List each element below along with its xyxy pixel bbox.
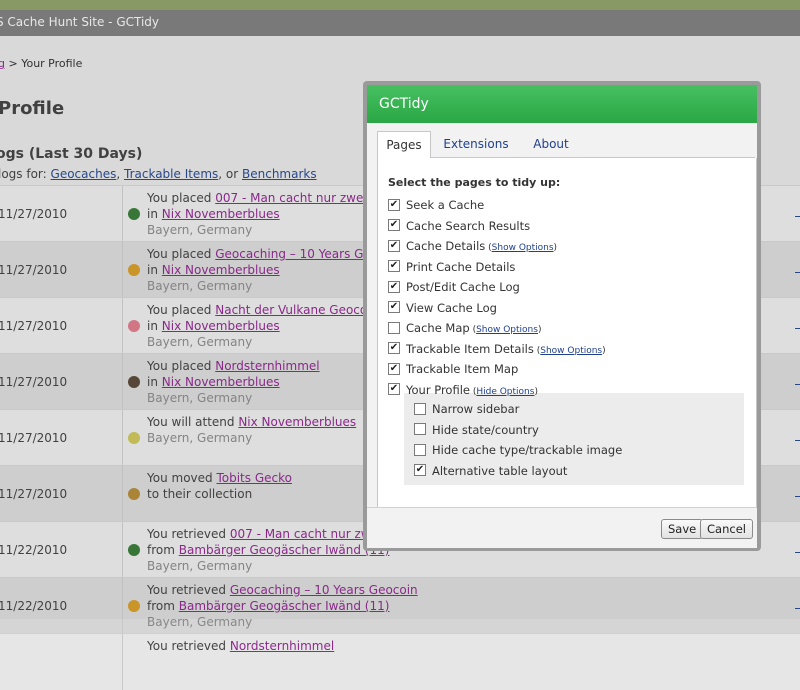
tab-pages[interactable]: Pages bbox=[377, 131, 431, 159]
page-option: Cache Map (Show Options) bbox=[388, 321, 541, 339]
profile-option-label: Hide state/country bbox=[432, 422, 539, 437]
log-line-1: You retrieved Nordsternhimmel bbox=[147, 638, 334, 654]
page-option-checkbox[interactable]: ✔ bbox=[388, 198, 400, 211]
profile-option-checkbox[interactable] bbox=[414, 402, 426, 415]
pages-panel: Select the pages to tidy up: Narrow side… bbox=[377, 158, 757, 508]
profile-option: Hide cache type/trackable image bbox=[414, 443, 622, 457]
page-option-label: View Cache Log bbox=[406, 300, 497, 315]
profile-option: ✔ Alternative table layout bbox=[414, 464, 567, 478]
page-option-checkbox[interactable]: ✔ bbox=[388, 383, 400, 395]
options-toggle-link[interactable]: Hide Options bbox=[476, 387, 534, 397]
column-divider bbox=[122, 634, 123, 690]
table-row: You retrieved Nordsternhimmel bbox=[0, 633, 800, 690]
page-option-label: Print Cache Details bbox=[406, 259, 516, 274]
page-option: ✔ Cache Details (Show Options) bbox=[388, 239, 557, 257]
page-option-checkbox[interactable]: ✔ bbox=[388, 260, 400, 272]
page-option-label: Trackable Item Map bbox=[406, 362, 519, 376]
page-option: ✔ Cache Search Results bbox=[388, 219, 530, 237]
options-toggle-link[interactable]: Show Options bbox=[476, 325, 538, 335]
page-option-checkbox[interactable]: ✔ bbox=[388, 280, 400, 293]
page-option: ✔ Post/Edit Cache Log bbox=[388, 280, 520, 298]
section-label: Select the pages to tidy up: bbox=[388, 176, 561, 189]
options-toggle-link[interactable]: Show Options bbox=[540, 346, 602, 356]
page-option-label: Cache Search Results bbox=[406, 218, 531, 233]
page-option-label: Post/Edit Cache Log bbox=[406, 280, 520, 294]
page-option: ✔ Seek a Cache bbox=[388, 198, 484, 216]
page-option-checkbox[interactable]: ✔ bbox=[388, 219, 400, 231]
page-option-checkbox[interactable]: ✔ bbox=[388, 362, 400, 375]
log-verb: You retrieved bbox=[147, 639, 227, 653]
page-option: ✔ Print Cache Details bbox=[388, 260, 515, 278]
options-toggle-link[interactable]: Show Options bbox=[492, 243, 554, 253]
profile-option: Narrow sidebar bbox=[414, 402, 519, 416]
page-option-label: Seek a Cache bbox=[406, 198, 485, 212]
profile-option-label: Hide cache type/trackable image bbox=[432, 443, 623, 457]
page-option: ✔ Trackable Item Details (Show Options) bbox=[388, 342, 606, 360]
log-text: You retrieved Nordsternhimmel bbox=[147, 638, 334, 654]
profile-option-checkbox[interactable] bbox=[414, 423, 426, 435]
dialog-inner: GCTidy Pages Extensions About Select the… bbox=[367, 85, 757, 548]
log-item-link[interactable]: Nordsternhimmel bbox=[230, 639, 334, 653]
page-option-checkbox[interactable]: ✔ bbox=[388, 239, 400, 252]
page-option-checkbox[interactable]: ✔ bbox=[388, 301, 400, 313]
paren-close: ) bbox=[537, 325, 542, 335]
tab-extensions[interactable]: Extensions bbox=[437, 131, 515, 157]
page-option-label: Cache Details bbox=[406, 239, 486, 253]
profile-option: Hide state/country bbox=[414, 423, 539, 437]
page-option: ✔ View Cache Log bbox=[388, 301, 497, 319]
page-option-label: Trackable Item Details bbox=[406, 341, 534, 356]
page-option-label: Your Profile bbox=[406, 382, 470, 397]
cancel-button[interactable]: Cancel bbox=[700, 519, 753, 539]
profile-option-checkbox[interactable] bbox=[414, 443, 426, 456]
profile-suboptions: Narrow sidebar Hide state/country Hide cac… bbox=[404, 393, 744, 485]
profile-option-label: Narrow sidebar bbox=[432, 402, 520, 416]
tab-about[interactable]: About bbox=[523, 131, 579, 157]
dialog-header: GCTidy bbox=[367, 85, 757, 123]
page-option-checkbox[interactable]: ✔ bbox=[388, 342, 400, 354]
dialog-footer: Save Cancel bbox=[367, 507, 757, 548]
page-option: ✔ Trackable Item Map bbox=[388, 362, 518, 380]
paren-close: ) bbox=[602, 345, 606, 356]
page-option-label: Cache Map bbox=[406, 321, 470, 335]
save-button[interactable]: Save bbox=[661, 519, 704, 539]
tab-bar: Pages Extensions About bbox=[377, 127, 755, 159]
dialog-title: GCTidy bbox=[379, 96, 429, 112]
profile-option-checkbox[interactable]: ✔ bbox=[414, 464, 426, 476]
dialog-body: Pages Extensions About Select the pages … bbox=[367, 123, 757, 508]
paren-close: ) bbox=[553, 243, 558, 253]
gctidy-dialog: GCTidy Pages Extensions About Select the… bbox=[363, 81, 761, 551]
paren-close: ) bbox=[534, 386, 538, 397]
page-option-checkbox[interactable] bbox=[388, 321, 400, 334]
profile-option-label: Alternative table layout bbox=[432, 463, 568, 478]
page-option: ✔ Your Profile (Hide Options) bbox=[388, 383, 538, 401]
